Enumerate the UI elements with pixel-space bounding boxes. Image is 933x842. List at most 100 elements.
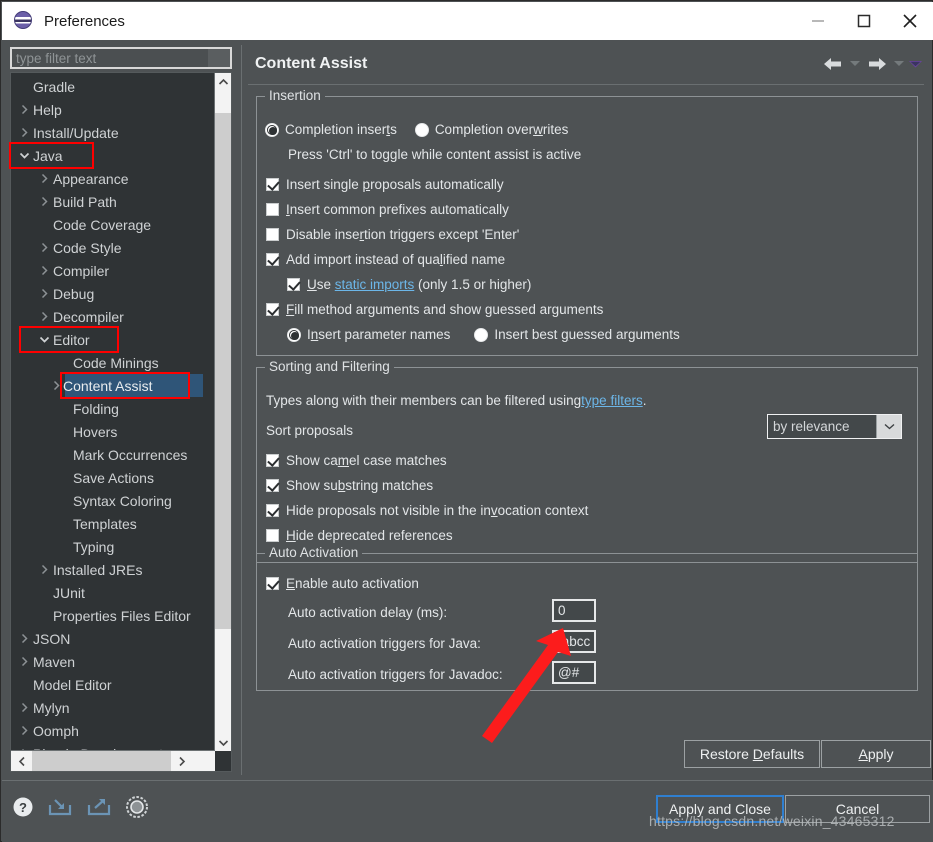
sidebar-item-mylyn[interactable]: Mylyn: [11, 696, 216, 719]
maximize-button[interactable]: [841, 2, 887, 40]
scroll-right-button[interactable]: [171, 751, 192, 771]
preference-tree[interactable]: Gradle Help Install/Update Java Appearance Bu…: [10, 72, 232, 772]
hscroll-thumb[interactable]: [32, 751, 171, 771]
sidebar-item-installed-jres[interactable]: Installed JREs: [11, 558, 216, 581]
sidebar-item-mark-occurrences[interactable]: Mark Occurrences: [11, 443, 216, 466]
settings-icon[interactable]: [125, 795, 149, 824]
radio-insert-best-guessed[interactable]: [474, 327, 489, 342]
chevron-right-icon[interactable]: [17, 103, 31, 117]
check-hide-not-visible[interactable]: Hide proposals not visible in the invoca…: [266, 498, 588, 523]
chevron-down-icon[interactable]: [17, 149, 31, 163]
tree-horizontal-scrollbar[interactable]: [11, 750, 215, 771]
sidebar-item-build-path[interactable]: Build Path: [11, 190, 216, 213]
radio-completion-inserts[interactable]: [265, 122, 279, 137]
checkbox-use-static-imports[interactable]: [287, 278, 300, 291]
sidebar-item-decompiler[interactable]: Decompiler: [11, 305, 216, 328]
chevron-right-icon[interactable]: [37, 195, 51, 209]
checkbox-insert-common-prefixes[interactable]: [266, 203, 279, 216]
sidebar-item-junit[interactable]: JUnit: [11, 581, 216, 604]
checkbox-enable-auto-activation[interactable]: [266, 577, 279, 590]
sidebar-item-oomph[interactable]: Oomph: [11, 719, 216, 742]
sidebar-item-maven[interactable]: Maven: [11, 650, 216, 673]
sidebar-item-code-coverage[interactable]: Code Coverage: [11, 213, 216, 236]
chevron-right-icon[interactable]: [49, 379, 63, 393]
sidebar-item-save-actions[interactable]: Save Actions: [11, 466, 216, 489]
forward-history-chevron-down-icon[interactable]: [892, 51, 906, 77]
export-icon[interactable]: [86, 796, 112, 823]
back-arrow-icon[interactable]: [820, 51, 846, 77]
check-show-substring[interactable]: Show substring matches: [266, 473, 433, 498]
scroll-up-button[interactable]: [215, 73, 231, 90]
chevron-right-icon[interactable]: [17, 655, 31, 669]
check-enable-auto-activation[interactable]: Enable auto activation: [266, 571, 419, 596]
sidebar-item-gradle[interactable]: Gradle: [11, 75, 216, 98]
check-show-camel-case[interactable]: Show camel case matches: [266, 448, 447, 473]
checkbox-add-import[interactable]: [266, 253, 279, 266]
scroll-thumb[interactable]: [215, 113, 231, 629]
sidebar-item-folding[interactable]: Folding: [11, 397, 216, 420]
checkbox-show-substring[interactable]: [266, 479, 279, 492]
filter-input[interactable]: type filter text: [10, 47, 232, 69]
check-insert-single-proposals[interactable]: Insert single proposals automatically: [266, 172, 504, 197]
import-icon[interactable]: [47, 796, 73, 823]
sidebar-item-model-editor[interactable]: Model Editor: [11, 673, 216, 696]
minimize-button[interactable]: [795, 2, 841, 40]
sidebar-item-debug[interactable]: Debug: [11, 282, 216, 305]
forward-arrow-icon[interactable]: [864, 51, 890, 77]
sidebar-item-appearance[interactable]: Appearance: [11, 167, 216, 190]
chevron-right-icon[interactable]: [37, 264, 51, 278]
chevron-right-icon[interactable]: [17, 632, 31, 646]
auto-activation-javadoc-input[interactable]: @#: [552, 661, 596, 684]
scroll-left-button[interactable]: [11, 751, 32, 771]
check-use-static-imports[interactable]: Use static imports (only 1.5 or higher): [287, 272, 531, 297]
checkbox-insert-single-proposals[interactable]: [266, 178, 279, 191]
sidebar-item-code-minings[interactable]: Code Minings: [11, 351, 216, 374]
filter-clear-icon[interactable]: [208, 49, 230, 67]
checkbox-fill-method-arguments[interactable]: [266, 303, 279, 316]
sidebar-item-properties-files-editor[interactable]: Properties Files Editor: [11, 604, 216, 627]
sidebar-item-code-style[interactable]: Code Style: [11, 236, 216, 259]
sidebar-item-typing[interactable]: Typing: [11, 535, 216, 558]
radio-insert-parameter-names[interactable]: [287, 327, 301, 342]
chevron-right-icon[interactable]: [37, 310, 51, 324]
help-icon[interactable]: ?: [12, 796, 34, 823]
scroll-down-button[interactable]: [215, 734, 231, 751]
restore-defaults-button[interactable]: Restore Defaults: [684, 740, 820, 768]
sidebar-item-content-assist[interactable]: Content Assist: [53, 374, 203, 397]
sidebar-item-syntax-coloring[interactable]: Syntax Coloring: [11, 489, 216, 512]
auto-activation-delay-input[interactable]: 0: [552, 599, 596, 622]
sidebar-item-json[interactable]: JSON: [11, 627, 216, 650]
chevron-right-icon[interactable]: [17, 126, 31, 140]
chevron-right-icon[interactable]: [17, 701, 31, 715]
apply-button[interactable]: Apply: [821, 740, 931, 768]
sidebar-item-hovers[interactable]: Hovers: [11, 420, 216, 443]
chevron-down-icon[interactable]: [37, 333, 51, 347]
sort-proposals-dropdown[interactable]: by relevance: [767, 414, 902, 439]
tree-vertical-scrollbar[interactable]: [214, 73, 231, 751]
checkbox-hide-not-visible[interactable]: [266, 504, 279, 517]
check-add-import[interactable]: Add import instead of qualified name: [266, 247, 505, 272]
sidebar-item-templates[interactable]: Templates: [11, 512, 216, 535]
checkbox-disable-insertion-triggers[interactable]: [266, 228, 279, 241]
type-filters-link[interactable]: type filters: [581, 393, 643, 408]
chevron-right-icon[interactable]: [37, 172, 51, 186]
view-menu-chevron-down-icon[interactable]: [908, 51, 922, 77]
sidebar-item-compiler[interactable]: Compiler: [11, 259, 216, 282]
close-button[interactable]: [887, 2, 933, 40]
auto-activation-java-input[interactable]: .abcc: [552, 630, 596, 653]
checkbox-show-camel-case[interactable]: [266, 454, 279, 467]
static-imports-link[interactable]: static imports: [335, 277, 415, 292]
chevron-right-icon[interactable]: [37, 287, 51, 301]
sidebar-item-install-update[interactable]: Install/Update: [11, 121, 216, 144]
check-disable-insertion-triggers[interactable]: Disable insertion triggers except 'Enter…: [266, 222, 519, 247]
sidebar-item-help[interactable]: Help: [11, 98, 216, 121]
back-history-chevron-down-icon[interactable]: [848, 51, 862, 77]
checkbox-hide-deprecated[interactable]: [266, 529, 279, 542]
check-insert-common-prefixes[interactable]: Insert common prefixes automatically: [266, 197, 509, 222]
chevron-right-icon[interactable]: [37, 241, 51, 255]
radio-completion-overwrites[interactable]: [414, 122, 429, 137]
chevron-right-icon[interactable]: [37, 563, 51, 577]
sidebar-item-java[interactable]: Java: [11, 144, 216, 167]
chevron-down-icon[interactable]: [876, 415, 901, 438]
sidebar-item-editor[interactable]: Editor: [11, 328, 216, 351]
